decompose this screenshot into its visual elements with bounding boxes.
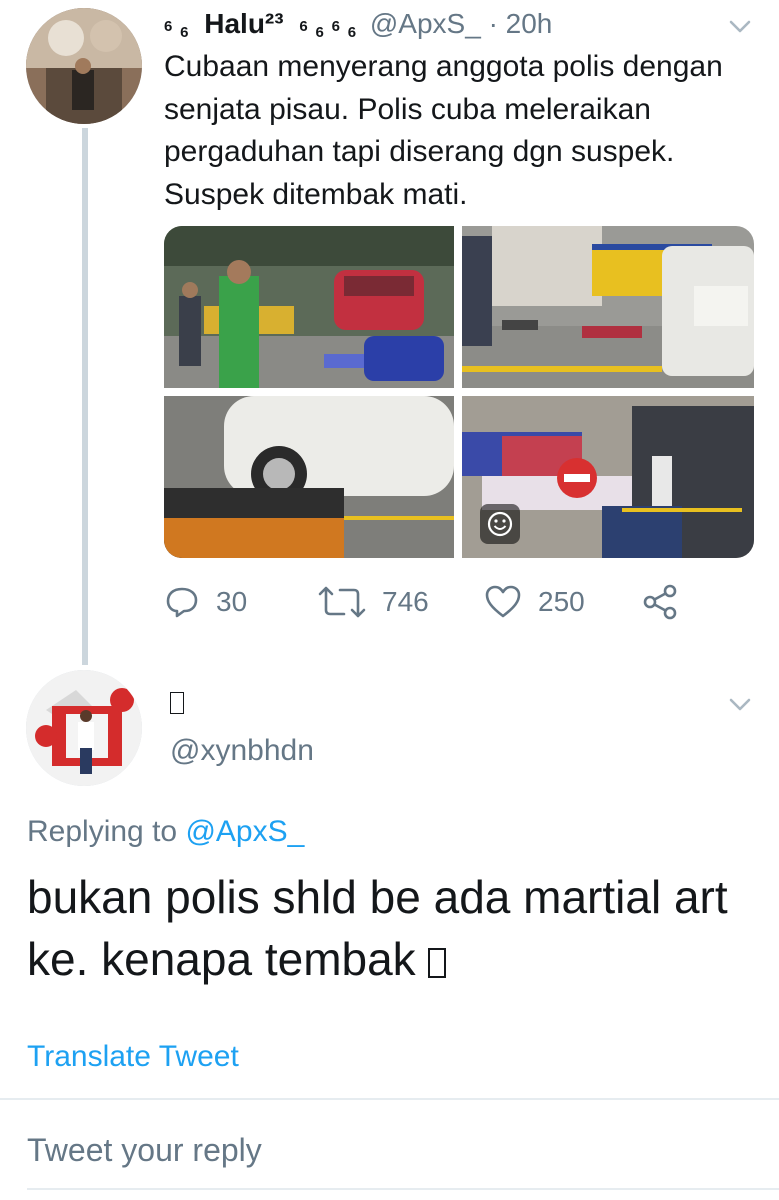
- heart-icon: [485, 585, 521, 618]
- divider: [0, 1098, 779, 1100]
- like-count: 250: [538, 586, 585, 617]
- reply-count: 30: [216, 586, 248, 617]
- like-button[interactable]: 250: [484, 578, 585, 626]
- replying-to: Replying to @ApxS_: [27, 815, 304, 849]
- reply-icon: [166, 587, 198, 618]
- name-decoration: 6: [331, 18, 340, 35]
- replying-to-handle-link[interactable]: @ApxS_: [185, 815, 304, 848]
- tweet-timestamp[interactable]: · 20h: [489, 8, 553, 39]
- sticker-icon[interactable]: [480, 504, 520, 544]
- name-decoration: 6: [347, 24, 357, 41]
- translate-tweet-link[interactable]: Translate Tweet: [27, 1040, 239, 1074]
- media-grid[interactable]: [164, 226, 754, 558]
- avatar-photo: [26, 670, 142, 786]
- name-decoration: 6: [164, 18, 173, 35]
- avatar-photo: [26, 8, 142, 124]
- retweet-button[interactable]: 746: [318, 578, 429, 626]
- divider: [27, 1188, 779, 1190]
- retweet-count: 746: [382, 586, 429, 617]
- share-button[interactable]: [642, 578, 694, 626]
- name-decoration: 6: [299, 18, 308, 35]
- unsupported-emoji-glyph: [170, 692, 184, 715]
- tweet-actions: 30 746 250: [164, 578, 724, 626]
- replying-label: Replying to: [27, 815, 178, 848]
- media-photo-3[interactable]: [164, 396, 454, 558]
- author-name[interactable]: Halu²³: [204, 8, 283, 39]
- reply-compose-input[interactable]: Tweet your reply: [27, 1132, 262, 1169]
- name-decoration: 6: [180, 24, 189, 41]
- author-handle[interactable]: @ApxS_: [370, 8, 481, 39]
- reply-button[interactable]: 30: [164, 578, 247, 626]
- share-icon: [643, 584, 677, 620]
- media-photo-4[interactable]: [462, 396, 754, 558]
- reply-author-avatar[interactable]: [26, 670, 142, 786]
- reply-author-name[interactable]: [170, 686, 184, 717]
- chevron-down-icon[interactable]: [728, 14, 752, 38]
- reply-author-handle[interactable]: @xynbhdn: [170, 734, 314, 768]
- reply-text: bukan polis shld be ada martial art ke. …: [27, 871, 728, 985]
- chevron-down-icon[interactable]: [728, 692, 752, 716]
- tweet-header: 6 6 Halu²³ 6 6 6 6 @ApxS_ · 20h: [164, 4, 552, 44]
- media-photo-1[interactable]: [164, 226, 454, 388]
- name-decoration: 6: [315, 24, 324, 41]
- thread-line: [82, 128, 88, 665]
- tweet-text: Cubaan menyerang anggota polis dengan se…: [164, 50, 723, 211]
- author-avatar[interactable]: [26, 8, 142, 124]
- retweet-icon: [318, 586, 366, 618]
- media-photo-2[interactable]: [462, 226, 754, 388]
- unsupported-emoji-glyph: [428, 947, 447, 978]
